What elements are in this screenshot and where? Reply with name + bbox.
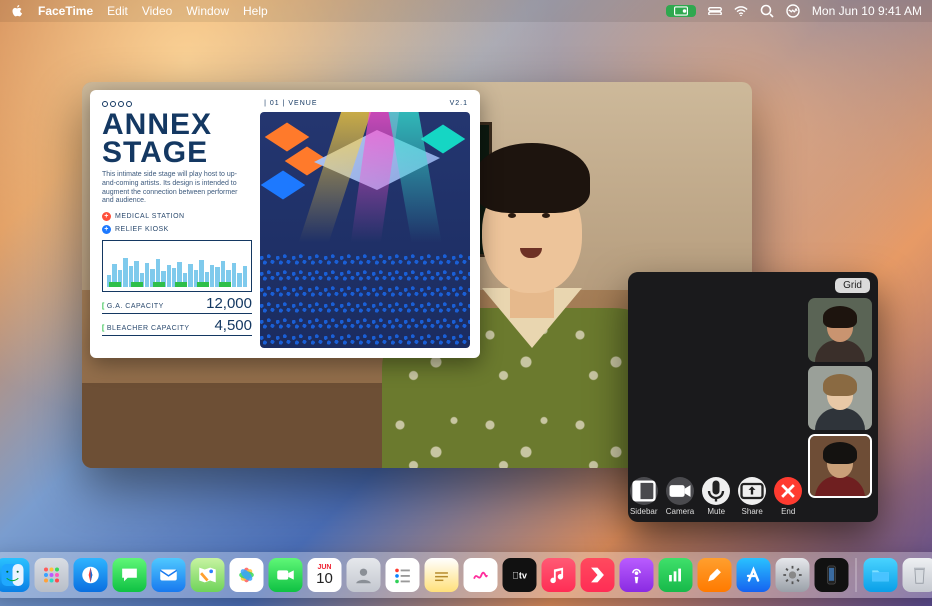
dock-safari[interactable] [74, 558, 108, 592]
dock: JUN10 tv [0, 552, 932, 598]
panel-minimap [102, 240, 252, 292]
share-icon [738, 477, 766, 505]
menubar-datetime[interactable]: Mon Jun 10 9:41 AM [812, 4, 922, 18]
dock-calendar[interactable]: JUN10 [308, 558, 342, 592]
control-center-icon[interactable] [708, 5, 722, 17]
dock-messages[interactable] [113, 558, 147, 592]
participant-thumbnail[interactable] [808, 366, 872, 430]
dock-tv[interactable]: tv [503, 558, 537, 592]
dock-facetime[interactable] [269, 558, 303, 592]
dock-podcasts[interactable] [620, 558, 654, 592]
dock-numbers[interactable] [659, 558, 693, 592]
desktop: FaceTime Edit Video Window Help Mon Jun … [0, 0, 932, 606]
siri-icon[interactable] [786, 5, 800, 17]
share-button[interactable]: Share [738, 477, 766, 516]
dock-notes[interactable] [425, 558, 459, 592]
dock-freeform[interactable] [464, 558, 498, 592]
panel-version: V2.1 [450, 100, 468, 107]
dock-downloads[interactable] [864, 558, 898, 592]
apple-menu[interactable] [10, 5, 24, 17]
dock-settings[interactable] [776, 558, 810, 592]
svg-text:tv: tv [512, 571, 528, 581]
end-button[interactable]: End [774, 477, 802, 516]
mute-icon [702, 477, 730, 505]
capacity-row: BLEACHER CAPACITY4,500 [102, 314, 252, 336]
capacity-row: G.A. CAPACITY12,000 [102, 292, 252, 314]
legend-item: +MEDICAL STATION [102, 212, 282, 221]
spotlight-icon[interactable] [760, 5, 774, 17]
wifi-icon[interactable] [734, 5, 748, 17]
dock-reminders[interactable] [386, 558, 420, 592]
brand-dots-icon [102, 101, 132, 107]
dock-maps[interactable] [191, 558, 225, 592]
menubar-item-edit[interactable]: Edit [107, 4, 128, 18]
panel-description: This intimate side stage will play host … [102, 171, 242, 206]
menubar-item-help[interactable]: Help [243, 4, 268, 18]
grid-view-button[interactable]: Grid [835, 278, 870, 293]
dock-contacts[interactable] [347, 558, 381, 592]
menubar: FaceTime Edit Video Window Help Mon Jun … [0, 0, 932, 22]
menubar-app-name[interactable]: FaceTime [38, 4, 93, 18]
self-view-thumbnail[interactable] [808, 434, 872, 498]
dock-photos[interactable] [230, 558, 264, 592]
dock-music[interactable] [542, 558, 576, 592]
dock-pages[interactable] [698, 558, 732, 592]
dock-launchpad[interactable] [35, 558, 69, 592]
participant-strip [808, 294, 878, 498]
dock-separator [856, 558, 857, 592]
menubar-item-video[interactable]: Video [142, 4, 172, 18]
legend-item: +RELIEF KIOSK [102, 225, 282, 234]
facetime-controls: Sidebar Camera Mute Share End [628, 477, 804, 516]
mute-button[interactable]: Mute [702, 477, 730, 516]
shared-content-panel: | 01 | VENUE V2.1 ANNEX STAGE This intim… [90, 90, 480, 358]
dock-finder[interactable] [0, 558, 30, 592]
menubar-item-window[interactable]: Window [186, 4, 229, 18]
panel-breadcrumb: | 01 | VENUE [264, 100, 317, 107]
panel-isometric-render [260, 112, 470, 348]
camera-icon [666, 477, 694, 505]
end-icon [774, 477, 802, 505]
dock-news[interactable] [581, 558, 615, 592]
facetime-window[interactable]: Grid Sidebar Camera Mute Share End [628, 272, 878, 522]
screenshare-indicator[interactable] [666, 5, 696, 17]
camera-button[interactable]: Camera [666, 477, 694, 516]
dock-iphone-mirroring[interactable] [815, 558, 849, 592]
dock-mail[interactable] [152, 558, 186, 592]
dock-trash[interactable] [903, 558, 932, 592]
dock-appstore[interactable] [737, 558, 771, 592]
sidebar-icon [630, 477, 658, 505]
sidebar-button[interactable]: Sidebar [630, 477, 658, 516]
participant-thumbnail[interactable] [808, 298, 872, 362]
